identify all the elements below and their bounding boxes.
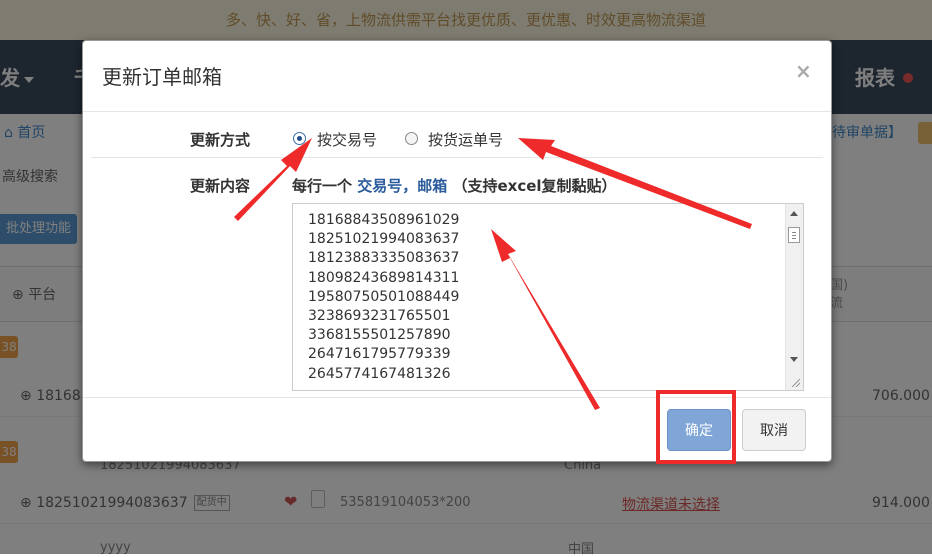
resize-handle-icon[interactable] [792,379,800,387]
hint-suffix: （支持excel复制黏贴） [447,177,617,195]
divider [91,157,823,158]
update-method-label: 更新方式 [190,131,251,149]
dialog-header: 更新订单邮箱 × [83,41,831,112]
dialog-title: 更新订单邮箱 [102,65,222,89]
textarea-lines: 18168843508961029 18251021994083637 1812… [308,211,459,384]
textarea-line: 18168843508961029 [308,212,460,228]
textarea-line: 18251021994083637 [308,231,460,248]
textarea-line: 3368155501257890 [308,327,451,344]
scroll-up-icon[interactable] [790,211,798,216]
annotation-highlight-box [656,390,736,464]
update-content-textarea[interactable]: 18168843508961029 18251021994083637 1812… [292,203,804,391]
scroll-down-icon[interactable] [790,357,798,362]
content-hint: 每行一个 交易号，邮箱 （支持excel复制黏贴） [292,175,617,196]
radio-by-waybill-label[interactable]: 按货运单号 [428,129,503,150]
textarea-scrollbar[interactable] [785,204,803,390]
textarea-line: 2647161795779339 [308,346,451,363]
radio-by-waybill[interactable] [405,132,418,145]
textarea-line: 2645774167481326 [308,365,451,382]
textarea-line: 18123883335083637 [308,250,460,267]
close-icon[interactable]: × [795,59,812,83]
textarea-line: 3238693231765501 [308,308,451,325]
scroll-thumb[interactable] [788,227,800,243]
hint-keys: 交易号，邮箱 [357,177,448,195]
radio-by-transaction-label[interactable]: 按交易号 [317,129,377,150]
textarea-line: 19580750501088449 [308,288,460,305]
cancel-button[interactable]: 取消 [742,409,806,451]
hint-prefix: 每行一个 [292,177,358,195]
update-content-label: 更新内容 [190,177,251,195]
radio-by-transaction[interactable] [293,132,306,145]
textarea-line: 18098243689814311 [308,269,460,286]
